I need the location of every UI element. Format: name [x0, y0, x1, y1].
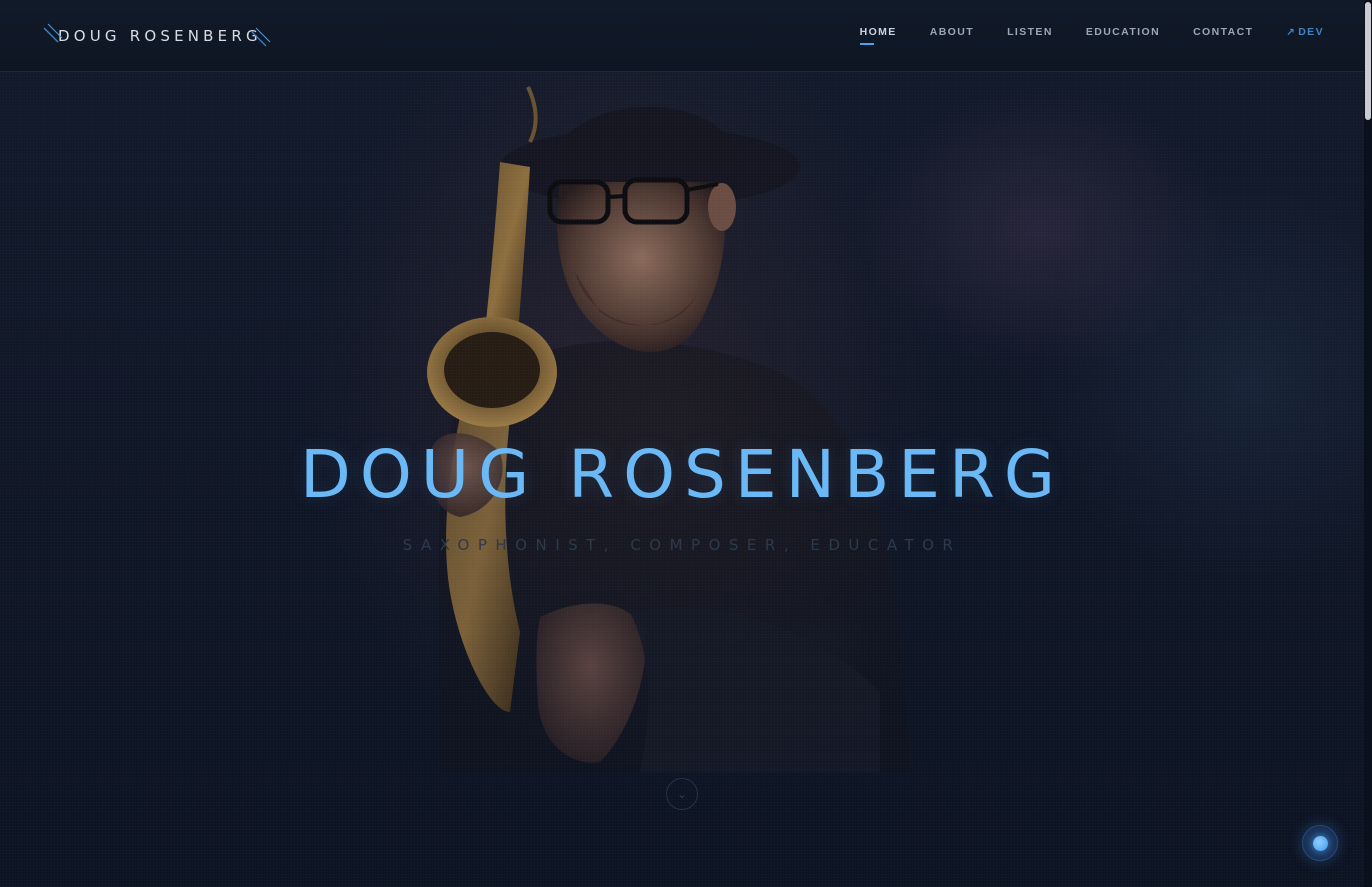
chevron-down-icon: ⌄ [676, 787, 688, 801]
site-header: DOUG ROSENBERG HOME ABOUT LISTEN EDUCATI… [0, 0, 1364, 72]
page: DOUG ROSENBERG SAXOPHONIST, COMPOSER, ED… [0, 0, 1372, 887]
external-link-icon: ↗ [1286, 27, 1297, 38]
hero-portrait-image [400, 72, 920, 772]
nav-item-dev-label: DEV [1298, 26, 1324, 38]
scroll-down-button[interactable]: ⌄ [666, 778, 698, 810]
nav-item-about[interactable]: ABOUT [930, 26, 974, 38]
nav-item-contact[interactable]: CONTACT [1193, 26, 1253, 38]
page-scrollbar[interactable] [1364, 0, 1372, 887]
nav-item-education[interactable]: EDUCATION [1086, 26, 1160, 38]
brand-slash-right-icon [251, 27, 271, 47]
audio-player-button[interactable] [1302, 825, 1338, 861]
brand-name: DOUG ROSENBERG [58, 27, 262, 45]
brand-slash-left-icon [43, 23, 63, 43]
nav-item-dev[interactable]: ↗ DEV [1286, 26, 1324, 38]
hero-section: DOUG ROSENBERG SAXOPHONIST, COMPOSER, ED… [0, 0, 1364, 887]
audio-player-dot-icon [1312, 835, 1328, 851]
scrollbar-thumb[interactable] [1365, 2, 1371, 120]
hero-title: DOUG ROSENBERG [300, 436, 1064, 513]
nav-item-listen[interactable]: LISTEN [1007, 26, 1053, 38]
nav-item-home[interactable]: HOME [859, 26, 897, 45]
main-nav: HOME ABOUT LISTEN EDUCATION CONTACT ↗ DEV [827, 26, 1324, 45]
hero-subtitle: SAXOPHONIST, COMPOSER, EDUCATOR [402, 536, 962, 554]
brand-logo-link[interactable]: DOUG ROSENBERG [42, 18, 271, 54]
